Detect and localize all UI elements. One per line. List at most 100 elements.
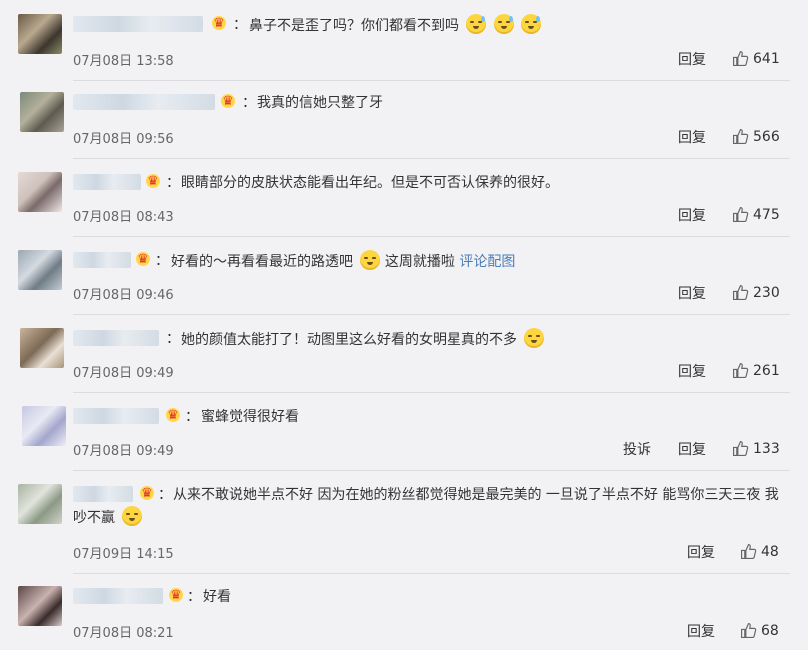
username-blurred[interactable] [73,94,215,110]
comment-text: 我真的信她只整了牙 [257,92,383,114]
divider [73,392,790,393]
thumbs-up-icon [741,623,757,638]
avatar[interactable] [22,406,66,446]
emoji-icon [360,250,381,270]
like-button[interactable]: 230 [732,284,780,301]
like-count: 261 [753,362,780,379]
like-button[interactable]: 641 [732,50,780,67]
crown-icon: ♛ [143,171,163,191]
avatar[interactable] [18,250,62,290]
divider [73,470,790,471]
reply-button[interactable]: 回复 [678,283,706,303]
thumbs-up-icon [733,51,749,66]
comment-text-body: 鼻子不是歪了吗？你们都看不到吗 [249,18,459,34]
reply-button[interactable]: 回复 [678,127,706,147]
like-button[interactable]: 133 [732,440,780,457]
like-count: 133 [753,440,780,457]
comment-text: 蜜蜂觉得很好看 [201,406,299,428]
report-button[interactable]: 投诉 [623,439,651,459]
comment-item: ♛ ： 我真的信她只整了牙 07月08日 09:56 回复 566 [0,92,808,162]
thumbs-up-icon [733,285,749,300]
comment-text: 好看的～再看看最近的路透吧 这周就播啦 评论配图 [171,250,515,273]
colon-separator: ： [185,409,199,425]
like-button[interactable]: 68 [740,622,779,639]
comment-item: ♛ ： 眼睛部分的皮肤状态能看出年纪。但是不可否认保养的很好。 07月08日 0… [0,172,808,242]
crown-icon: ♛ [163,405,183,425]
emoji-icon [493,14,514,34]
comment-text: 好看 [203,586,231,608]
like-count: 566 [753,128,780,145]
reply-button[interactable]: 回复 [678,361,706,381]
thumbs-up-icon [733,207,749,222]
comment-item: ♛ ： 好看的～再看看最近的路透吧 这周就播啦 评论配图 07月08日 09:4… [0,250,808,320]
like-button[interactable]: 566 [732,128,780,145]
divider [73,80,790,81]
colon-separator: ： [233,17,247,33]
avatar[interactable] [20,92,64,132]
comment-text-body: 蜜蜂觉得很好看 [201,409,299,425]
emoji-icon [122,506,143,526]
like-count: 230 [753,284,780,301]
reply-button[interactable]: 回复 [678,205,706,225]
crown-icon: ♛ [209,13,229,33]
crown-icon: ♛ [218,91,238,111]
avatar[interactable] [18,14,62,54]
like-count: 641 [753,50,780,67]
username-blurred[interactable] [73,252,131,268]
avatar[interactable] [20,328,64,368]
comment-timestamp: 07月08日 09:49 [73,444,174,459]
username-blurred[interactable] [73,330,159,346]
divider [73,573,790,574]
comment-text-body: 她的颜值太能打了！动图里这么好看的女明星真的不多 [181,332,517,348]
colon-separator: ： [242,95,256,111]
username-blurred[interactable] [73,408,159,424]
comment-item: ： 她的颜值太能打了！动图里这么好看的女明星真的不多 07月08日 09:49 … [0,328,808,398]
thumbs-up-icon [733,363,749,378]
comment-text-tail: 这周就播啦 [384,254,455,270]
crown-icon: ♛ [166,585,186,605]
avatar[interactable] [18,484,62,524]
comment-text: 鼻子不是歪了吗？你们都看不到吗 [249,14,542,37]
avatar[interactable] [18,586,62,626]
comment-timestamp: 07月08日 09:49 [73,366,174,381]
like-button[interactable]: 48 [740,543,779,560]
username-blurred[interactable] [73,588,163,604]
divider [73,158,790,159]
reply-button[interactable]: 回复 [678,49,706,69]
colon-separator: ： [187,589,201,605]
comment-timestamp: 07月08日 08:21 [73,626,174,641]
username-blurred[interactable] [73,16,203,32]
comment-text: 眼睛部分的皮肤状态能看出年纪。但是不可否认保养的很好。 [181,172,559,194]
reply-button[interactable]: 回复 [687,542,715,562]
comment-timestamp: 07月08日 13:58 [73,54,174,69]
crown-icon: ♛ [133,249,153,269]
like-button[interactable]: 261 [732,362,780,379]
comment-item: ♛ ： 好看 07月08日 08:21 回复 68 [0,586,808,646]
like-count: 48 [761,543,779,560]
comment-timestamp: 07月08日 09:56 [73,132,174,147]
comment-text-body: 眼睛部分的皮肤状态能看出年纪。但是不可否认保养的很好。 [181,175,559,191]
reply-button[interactable]: 回复 [687,621,715,641]
comment-timestamp: 07月08日 09:46 [73,288,174,303]
emoji-icon [524,328,545,348]
like-count: 475 [753,206,780,223]
reply-button[interactable]: 回复 [678,439,706,459]
thumbs-up-icon [741,544,757,559]
comment-image-link[interactable]: 评论配图 [459,254,515,270]
like-button[interactable]: 475 [732,206,780,223]
comment-text-body: 我真的信她只整了牙 [257,95,383,111]
comment-item: ♛ ： 鼻子不是歪了吗？你们都看不到吗 07月08日 13:58 回复 641 [0,14,808,84]
comment-text: 从来不敢说她半点不好 因为在她的粉丝都觉得她是最完美的 一旦说了半点不好 能骂你… [73,484,788,529]
avatar[interactable] [18,172,62,212]
colon-separator: ： [155,253,169,269]
comment-text-body: 好看 [203,589,231,605]
comment-item: ♛ ： 从来不敢说她半点不好 因为在她的粉丝都觉得她是最完美的 一旦说了半点不好… [0,484,808,574]
comment-text: 她的颜值太能打了！动图里这么好看的女明星真的不多 [181,328,545,351]
comment-timestamp: 07月08日 08:43 [73,210,174,225]
thumbs-up-icon [733,441,749,456]
divider [73,236,790,237]
username-blurred[interactable] [73,174,141,190]
comment-timestamp: 07月09日 14:15 [73,547,174,562]
divider [73,314,790,315]
emoji-icon [521,14,542,34]
